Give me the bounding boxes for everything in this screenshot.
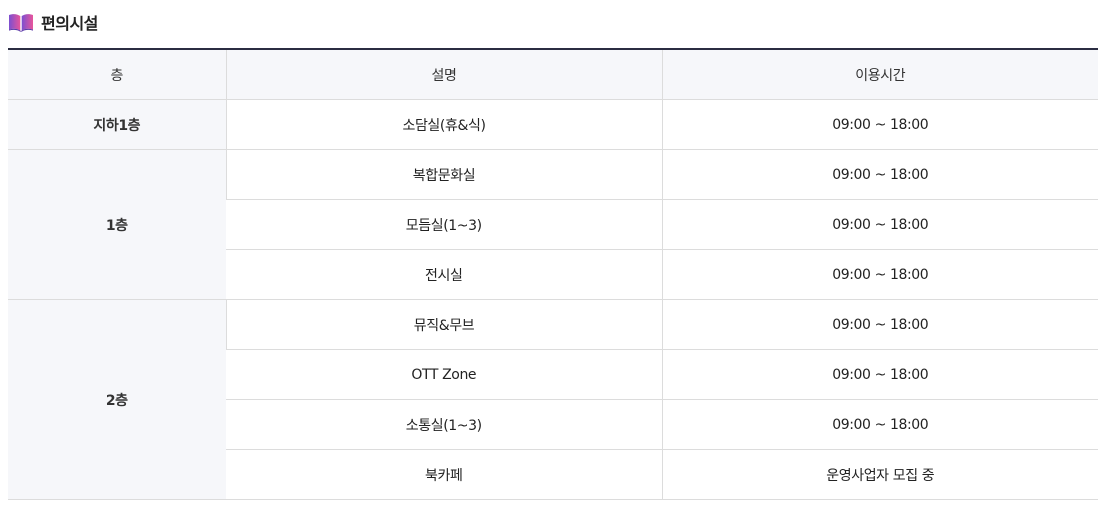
table-header-row: 층 설명 이용시간 <box>8 49 1098 100</box>
section-title: 편의시설 <box>41 14 98 33</box>
floor-cell: 2층 <box>8 299 226 500</box>
facility-name-cell: 전시실 <box>226 249 662 300</box>
facilities-table: 층 설명 이용시간 지하1층 소담실(휴&식) 09:00 ~ 18:00 1층… <box>8 48 1098 500</box>
column-header-description: 설명 <box>225 49 662 100</box>
column-header-floor: 층 <box>8 49 226 100</box>
hours-cell: 09:00 ~ 18:00 <box>661 149 1098 200</box>
facility-name-cell: 소통실(1~3) <box>226 399 662 450</box>
open-book-icon <box>9 14 33 32</box>
facility-name-cell: 소담실(휴&식) <box>225 99 662 150</box>
hours-cell: 09:00 ~ 18:00 <box>661 199 1098 250</box>
hours-cell: 09:00 ~ 18:00 <box>661 99 1098 150</box>
floor-cell: 1층 <box>8 149 226 300</box>
hours-cell: 09:00 ~ 18:00 <box>661 349 1098 400</box>
hours-cell: 09:00 ~ 18:00 <box>661 299 1098 350</box>
hours-cell: 09:00 ~ 18:00 <box>661 249 1098 300</box>
facility-name-cell: 뮤직&무브 <box>225 299 662 350</box>
hours-cell: 운영사업자 모집 중 <box>661 449 1098 500</box>
facility-name-cell: 북카페 <box>226 449 662 500</box>
facility-name-cell: 모듬실(1~3) <box>226 199 662 250</box>
floor-cell: 지하1층 <box>8 99 226 150</box>
facility-name-cell: 복합문화실 <box>225 149 662 200</box>
table-row: 지하1층 소담실(휴&식) 09:00 ~ 18:00 <box>8 99 1098 150</box>
table-row: 2층 뮤직&무브 09:00 ~ 18:00 <box>8 299 1098 500</box>
facility-name-cell: OTT Zone <box>226 349 662 400</box>
column-header-hours: 이용시간 <box>661 49 1098 100</box>
table-row: 1층 복합문화실 09:00 ~ 18:00 <box>8 149 1098 300</box>
section-header: 편의시설 <box>8 10 98 34</box>
hours-cell: 09:00 ~ 18:00 <box>661 399 1098 450</box>
